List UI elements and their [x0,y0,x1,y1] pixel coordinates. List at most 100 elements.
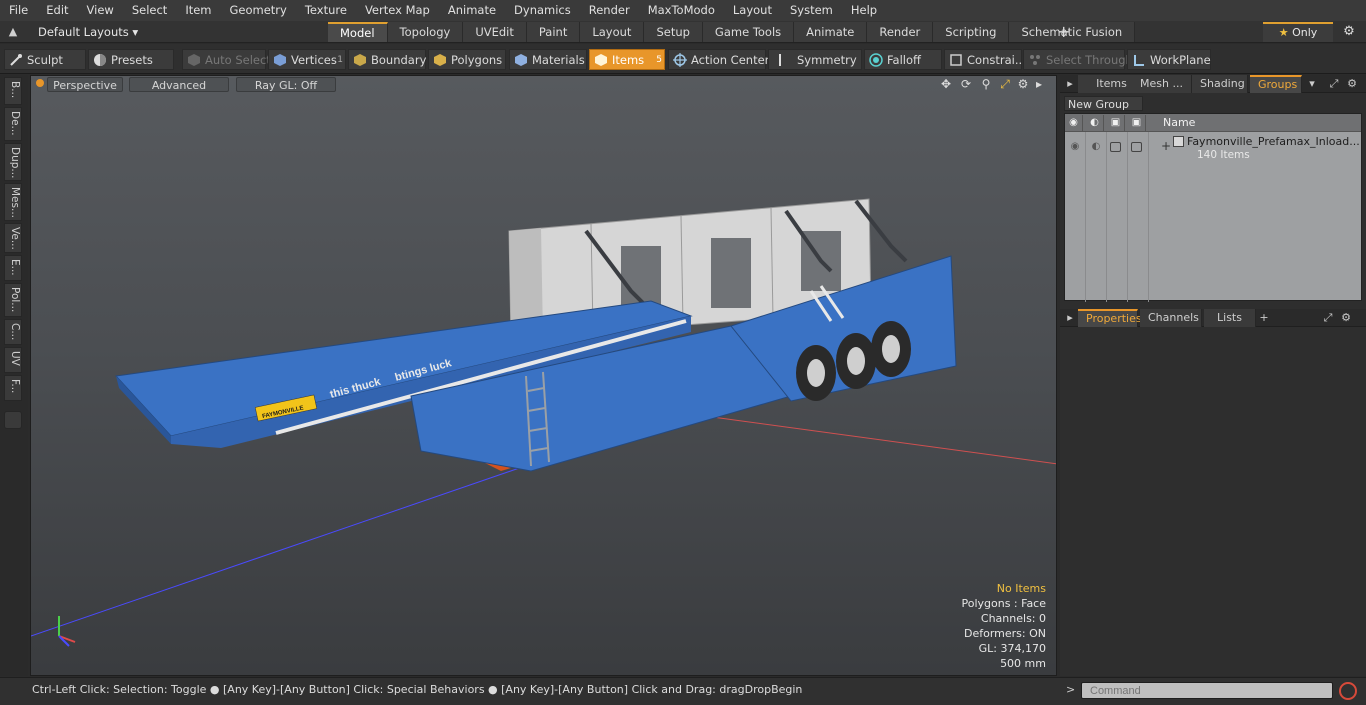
zoom-view-icon[interactable]: ⚲ [978,77,994,92]
select-checkbox[interactable] [1131,142,1142,152]
select-through-button[interactable]: Select Through [1023,49,1133,70]
tab-paint[interactable]: Paint [526,22,581,42]
panel-menu-icon[interactable]: ▸ [1062,76,1078,92]
left-tab-edge[interactable]: E... [4,255,22,281]
tab-uvedit[interactable]: UVEdit [463,22,527,42]
left-tab-polygon[interactable]: Pol... [4,283,22,317]
menu-geometry[interactable]: Geometry [221,0,296,21]
advanced-dropdown[interactable]: Advanced [129,77,229,92]
left-tab-duplicate[interactable]: Dup... [4,143,22,181]
viewport-menu-dot[interactable] [36,79,44,87]
render-toggle-icon[interactable]: ◐ [1089,141,1103,153]
polygons-button[interactable]: Polygons [428,49,506,70]
tab-channels[interactable]: Channels [1140,309,1202,327]
fit-view-icon[interactable]: ⤢ [997,77,1013,92]
tab-animate[interactable]: Animate [794,22,868,42]
visibility-eye-icon[interactable]: ◉ [1068,141,1082,153]
menu-animate[interactable]: Animate [439,0,505,21]
menu-texture[interactable]: Texture [296,0,356,21]
tab-schematic-fusion[interactable]: Schematic Fusion [1009,22,1136,42]
left-tab-vertex[interactable]: Ve... [4,223,22,253]
tab-setup[interactable]: Setup [644,22,703,42]
menu-maxtomodo[interactable]: MaxToModo [639,0,724,21]
add-tab-icon[interactable]: + [1256,310,1272,326]
tab-scripting[interactable]: Scripting [933,22,1010,42]
menu-system[interactable]: System [781,0,842,21]
vertices-button[interactable]: Vertices 1 [268,49,346,70]
panel-menu-icon[interactable]: ▸ [1062,310,1078,326]
expand-panel-icon[interactable]: ⤢ [1326,76,1342,92]
workplane-button[interactable]: WorkPlane [1127,49,1211,70]
panel-settings-icon[interactable]: ⚙ [1338,310,1354,326]
new-group-button[interactable]: New Group [1064,96,1143,111]
items-button[interactable]: Items 5 [589,49,665,70]
menu-help[interactable]: Help [842,0,886,21]
tabs-dropdown-icon[interactable]: ▾ [1304,76,1320,92]
gear-icon[interactable]: ⚙ [1340,23,1358,41]
crosshair-icon [673,53,687,67]
lock-icon[interactable]: ▣ [1107,115,1125,131]
left-tab-curve[interactable]: C... [4,319,22,345]
group-row[interactable]: ◉ ◐ + Faymonville_Prefamax_Inload... 140… [1065,133,1361,163]
group-name[interactable]: Faymonville_Prefamax_Inload... [1187,135,1360,148]
menu-render[interactable]: Render [580,0,639,21]
tab-game-tools[interactable]: Game Tools [702,22,795,42]
viewport-more-icon[interactable]: ▸ [1031,77,1047,92]
tab-topology[interactable]: Topology [387,22,464,42]
boundary-button[interactable]: Boundary [348,49,426,70]
home-icon[interactable]: ▲ [6,25,20,39]
tab-mesh[interactable]: Mesh ... [1132,75,1192,93]
auto-select-button[interactable]: Auto Select [182,49,271,70]
tab-lists[interactable]: Lists [1204,309,1256,327]
layouts-dropdown[interactable]: Default Layouts ▾ [30,21,138,43]
only-button[interactable]: ★ Only [1263,22,1333,42]
tab-groups[interactable]: Groups [1250,75,1302,93]
left-tab-basic[interactable]: B... [4,77,22,105]
viewport-settings-icon[interactable]: ⚙ [1015,77,1031,92]
menu-dynamics[interactable]: Dynamics [505,0,580,21]
raygl-dropdown[interactable]: Ray GL: Off [236,77,336,92]
constraints-button[interactable]: Constrai... [944,49,1026,70]
menu-file[interactable]: File [0,0,37,21]
materials-button[interactable]: Materials [509,49,587,70]
left-tab-fusion[interactable]: F... [4,375,22,401]
select-icon[interactable]: ▣ [1128,115,1146,131]
sculpt-label: Sculpt [27,53,63,67]
left-tab-mesh[interactable]: Mes... [4,183,22,221]
workplane-label: WorkPlane [1150,53,1211,67]
symmetry-button[interactable]: Symmetry [768,49,862,70]
menu-vertex-map[interactable]: Vertex Map [356,0,439,21]
menu-item[interactable]: Item [176,0,220,21]
expand-icon[interactable]: + [1161,139,1171,153]
left-tab-uv[interactable]: UV [4,347,22,373]
menu-select[interactable]: Select [123,0,176,21]
record-icon[interactable] [1339,682,1357,700]
3d-viewport[interactable]: FAYMONVILLE this thuck btings luck Persp… [30,75,1057,676]
tab-model[interactable]: Model [328,22,388,42]
add-tab-icon[interactable]: + [1057,21,1070,43]
menu-layout[interactable]: Layout [724,0,781,21]
tab-render[interactable]: Render [867,22,934,42]
panel-settings-icon[interactable]: ⚙ [1344,76,1360,92]
menu-view[interactable]: View [78,0,123,21]
command-arrow-icon[interactable]: > [1066,678,1075,702]
rotate-view-icon[interactable]: ⟳ [958,77,974,92]
expand-panel-icon[interactable]: ⤢ [1320,310,1336,326]
command-input[interactable] [1081,682,1333,699]
perspective-dropdown[interactable]: Perspective [47,77,123,92]
menu-edit[interactable]: Edit [37,0,77,21]
tab-properties[interactable]: Properties [1078,309,1142,327]
render-icon[interactable]: ◐ [1086,115,1104,131]
column-name-header[interactable]: Name [1163,114,1195,132]
tab-layout[interactable]: Layout [580,22,645,42]
action-center-button[interactable]: Action Center [668,49,769,70]
falloff-button[interactable]: Falloff [864,49,942,70]
sculpt-button[interactable]: Sculpt [4,49,86,70]
left-tab-toggle[interactable] [4,411,22,429]
eye-icon[interactable]: ◉ [1065,115,1083,131]
lock-checkbox[interactable] [1110,142,1121,152]
left-tab-deform[interactable]: De... [4,107,22,141]
tab-shading[interactable]: Shading [1192,75,1248,93]
presets-button[interactable]: Presets [88,49,174,70]
move-view-icon[interactable]: ✥ [938,77,954,92]
